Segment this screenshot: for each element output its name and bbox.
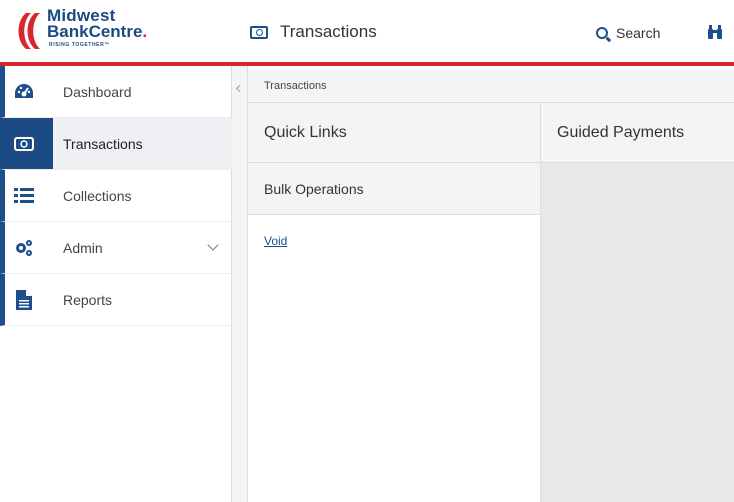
page-header-title: Transactions bbox=[250, 22, 377, 42]
binoculars-icon[interactable] bbox=[708, 24, 722, 40]
breadcrumb-bar: Transactions bbox=[248, 70, 734, 103]
sidebar-collapse-toggle[interactable] bbox=[232, 66, 248, 502]
quick-links-title: Quick Links bbox=[248, 103, 540, 163]
guided-payments-title: Guided Payments bbox=[541, 103, 734, 163]
sidebar-item-label: Reports bbox=[63, 291, 113, 308]
breadcrumb: Transactions bbox=[264, 80, 327, 92]
brand-tagline: RISING TOGETHER™ bbox=[49, 42, 110, 48]
quick-links-panel: Quick Links Bulk Operations Void bbox=[248, 103, 541, 502]
sidebar-item-collections[interactable]: Collections bbox=[0, 170, 231, 222]
brand-name-line2: BankCentre. bbox=[47, 22, 148, 41]
chevron-left-icon bbox=[235, 84, 244, 93]
sidebar-item-reports[interactable]: Reports bbox=[0, 274, 231, 326]
sidebar-item-dashboard[interactable]: Dashboard bbox=[0, 66, 231, 118]
sidebar-item-admin[interactable]: Admin bbox=[0, 222, 231, 274]
document-icon bbox=[14, 289, 34, 310]
bulk-operations-header[interactable]: Bulk Operations bbox=[248, 163, 540, 215]
sidebar-item-label: Dashboard bbox=[63, 83, 132, 100]
search-label: Search bbox=[616, 25, 661, 41]
sidebar-item-label: Transactions bbox=[63, 135, 143, 152]
brand-logo[interactable]: Midwest BankCentre. RISING TOGETHER™ bbox=[14, 7, 174, 59]
chevron-down-icon[interactable] bbox=[207, 239, 219, 251]
header-title-text: Transactions bbox=[280, 22, 377, 41]
logo-mark-icon bbox=[18, 13, 40, 49]
money-icon bbox=[14, 134, 34, 154]
dashboard-icon bbox=[14, 82, 34, 102]
gears-icon bbox=[14, 238, 34, 258]
list-icon bbox=[14, 186, 34, 206]
guided-payments-panel: Guided Payments bbox=[541, 103, 734, 502]
search-button[interactable]: Search bbox=[596, 25, 660, 41]
void-link[interactable]: Void bbox=[264, 234, 287, 248]
sidebar-item-label: Admin bbox=[63, 239, 103, 256]
search-icon bbox=[596, 27, 608, 39]
sidebar-nav: Dashboard Transactions Collections Admin… bbox=[0, 66, 237, 502]
money-icon bbox=[250, 25, 268, 39]
sidebar-item-transactions[interactable]: Transactions bbox=[0, 118, 237, 170]
app-header: Midwest BankCentre. RISING TOGETHER™ Tra… bbox=[0, 0, 734, 66]
sidebar-item-label: Collections bbox=[63, 187, 132, 204]
